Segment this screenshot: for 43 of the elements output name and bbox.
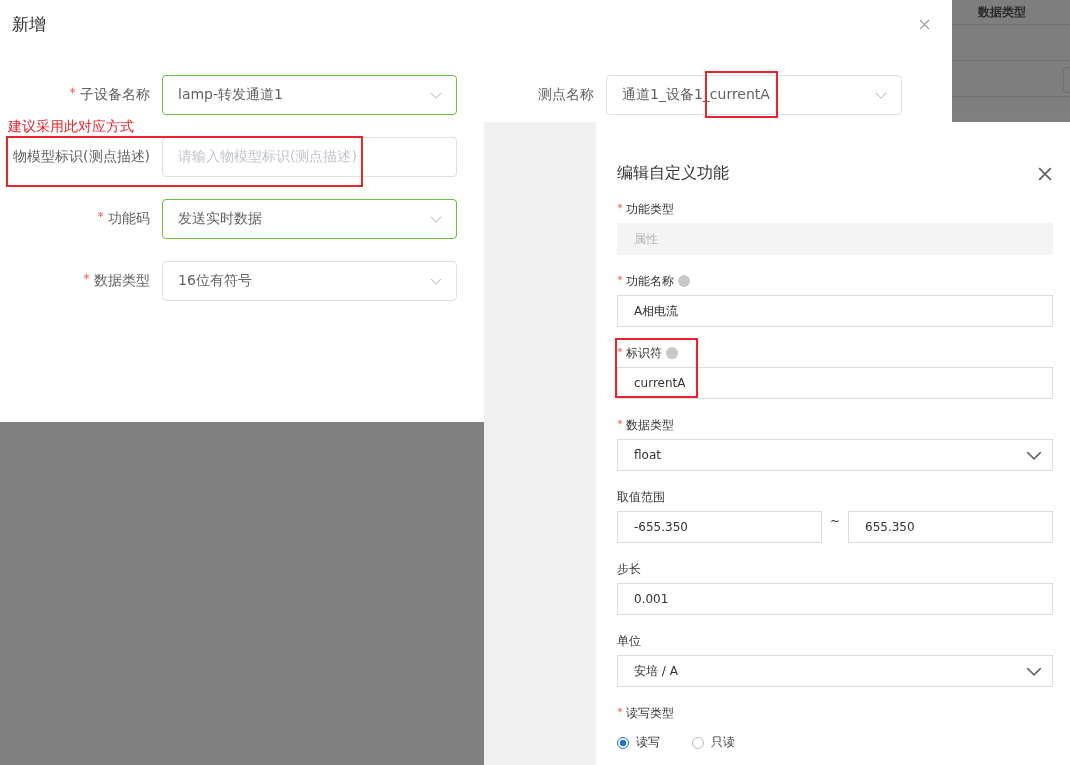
radio-button[interactable] [692, 736, 704, 749]
annotation-note: 建议采用此对应方式 [8, 118, 134, 136]
select-field[interactable]: float [617, 439, 1053, 471]
dialog-title: 新增 [12, 12, 46, 36]
chevron-down-icon [430, 91, 442, 99]
radio-label[interactable]: 读写 [636, 734, 660, 751]
chevron-down-icon [875, 91, 887, 99]
input-field: 属性 [617, 223, 1053, 255]
panel-title: 编辑自定义功能 [617, 163, 729, 184]
field-label: 取值范围 [617, 488, 665, 506]
close-icon[interactable] [1038, 166, 1052, 181]
input-field[interactable]: currentA [617, 367, 1053, 399]
field-label: 数据类型 [94, 272, 150, 290]
chevron-down-icon [430, 215, 442, 223]
field-label: 单位 [617, 632, 641, 650]
field-label: 功能类型 [626, 200, 674, 218]
range-separator: ~ [828, 513, 842, 530]
input-field[interactable]: 0.001 [617, 583, 1053, 615]
field-label: 标识符 [626, 344, 662, 362]
column-header: 数据类型 [978, 3, 1026, 21]
field-label: 步长 [617, 560, 641, 578]
chevron-down-icon [1026, 450, 1042, 460]
field-label: 功能名称 [626, 272, 674, 290]
radio-button[interactable] [617, 736, 629, 749]
field-label: 数据类型 [626, 416, 674, 434]
field-label: 读写类型 [626, 704, 674, 722]
radio-label[interactable]: 只读 [711, 734, 735, 751]
field-label: 子设备名称 [80, 86, 150, 104]
input-field[interactable]: A相电流 [617, 295, 1053, 327]
select-field[interactable]: 发送实时数据 [162, 199, 457, 239]
chevron-down-icon [430, 277, 442, 285]
input-field[interactable]: 655.350 [848, 511, 1053, 543]
help-icon[interactable] [666, 347, 678, 359]
select-field[interactable]: lamp-转发通道1 [162, 75, 457, 115]
select-field[interactable]: 安培 / A [617, 655, 1053, 687]
field-label: 功能码 [108, 210, 150, 228]
help-icon[interactable] [678, 275, 690, 287]
field-label: 测点名称 [538, 86, 594, 104]
chevron-down-icon [1026, 666, 1042, 676]
field-label: 物模型标识(测点描述) [13, 148, 150, 166]
close-icon[interactable] [919, 18, 930, 30]
select-field[interactable]: 16位有符号 [162, 261, 457, 301]
input-field[interactable]: -655.350 [617, 511, 822, 543]
